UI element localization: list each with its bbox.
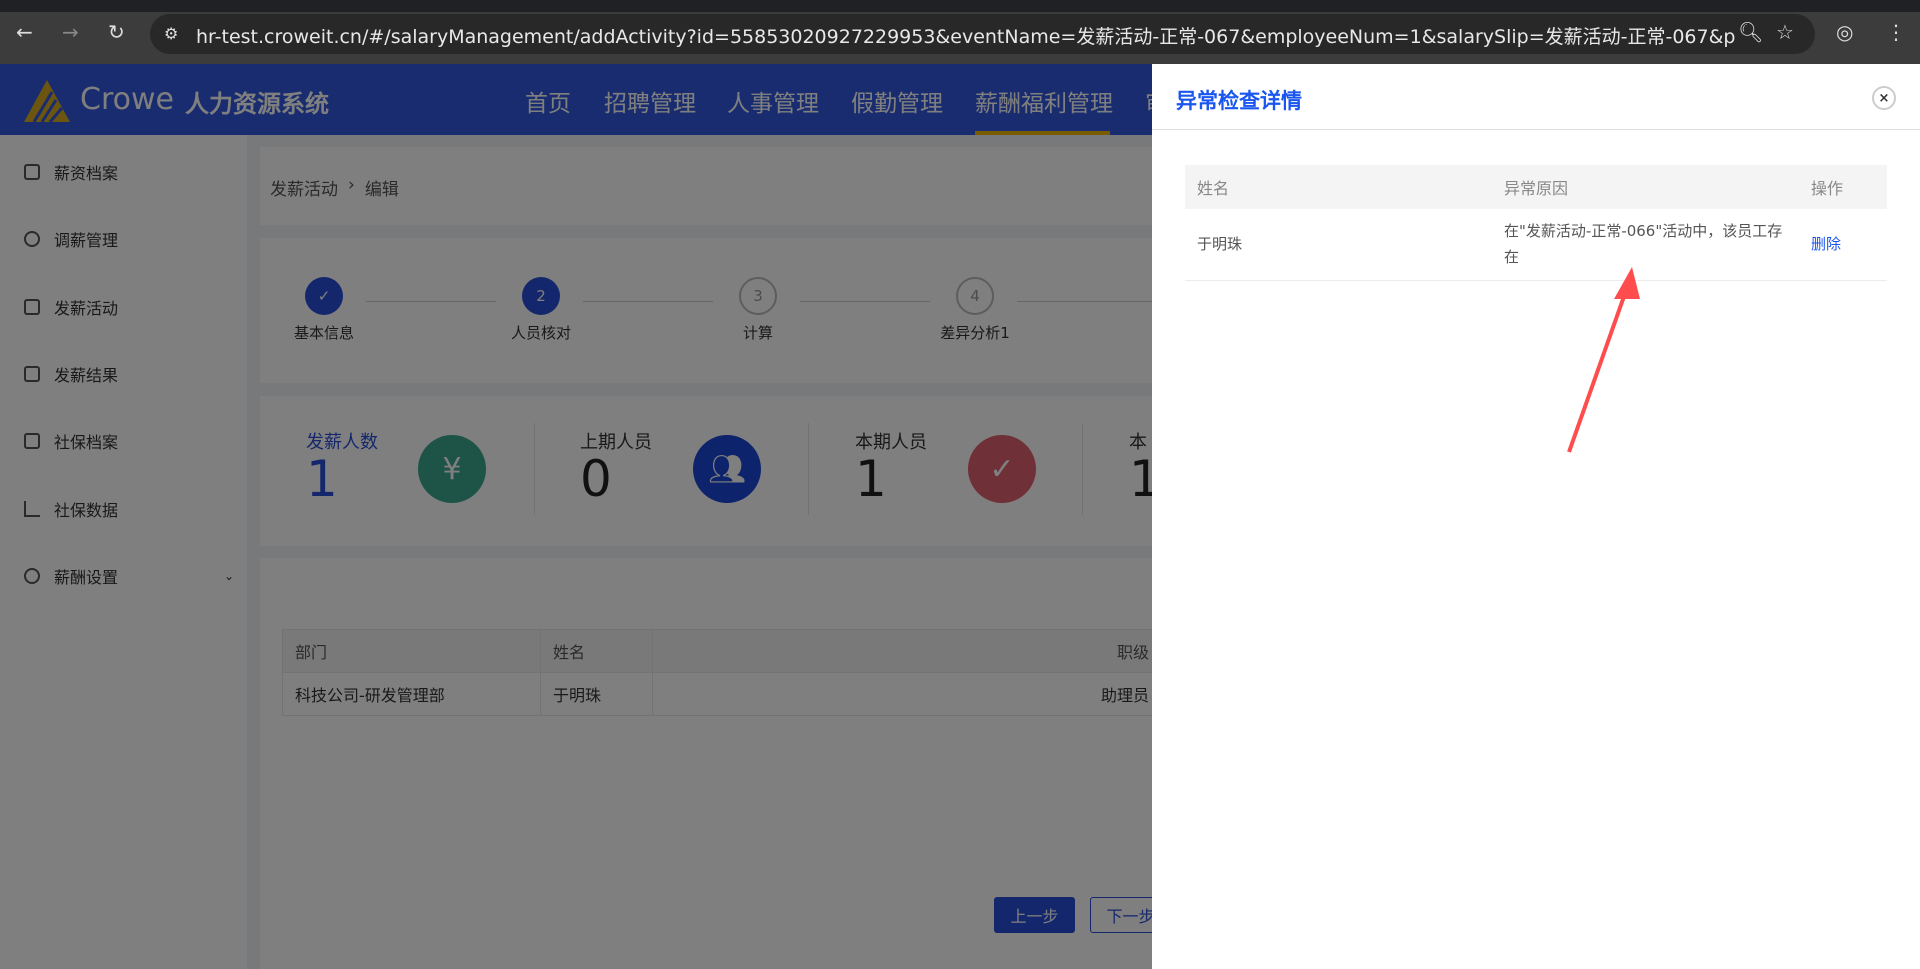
table-row: 于明珠 在"发薪活动-正常-066"活动中，该员工存在 删除	[1185, 209, 1887, 281]
forward-icon[interactable]: →	[62, 20, 79, 44]
exception-detail-drawer: 异常检查详情 × 姓名 异常原因 操作 于明珠 在"发薪活动-正常-066"活动中，该…	[1152, 64, 1920, 969]
annotation-arrow	[1567, 267, 1640, 453]
url-text[interactable]: hr-test.croweit.cn/#/salaryManagement/ad…	[196, 22, 1736, 49]
menu-icon[interactable]: ⋮	[1886, 20, 1906, 44]
reload-icon[interactable]: ↻	[108, 20, 125, 44]
drawer-title: 异常检查详情	[1176, 89, 1302, 113]
table-header-row: 姓名 异常原因 操作	[1185, 165, 1887, 209]
col-action: 操作	[1799, 165, 1887, 209]
site-info-icon[interactable]: ⚙	[164, 24, 178, 43]
zoom-icon[interactable]: 🔍︎	[1738, 20, 1763, 44]
close-icon[interactable]: ×	[1872, 86, 1896, 110]
delete-link[interactable]: 删除	[1811, 235, 1841, 253]
exception-table: 姓名 异常原因 操作 于明珠 在"发薪活动-正常-066"活动中，该员工存在 删除	[1185, 165, 1887, 281]
tab-strip	[0, 0, 1920, 12]
profile-icon[interactable]: ◎	[1836, 20, 1853, 44]
col-reason: 异常原因	[1492, 165, 1799, 209]
col-name: 姓名	[1185, 165, 1492, 209]
back-icon[interactable]: ←	[16, 20, 33, 44]
modal-overlay[interactable]	[0, 64, 1152, 969]
cell-name: 于明珠	[1185, 209, 1492, 281]
bookmark-star-icon[interactable]: ☆	[1776, 20, 1794, 44]
